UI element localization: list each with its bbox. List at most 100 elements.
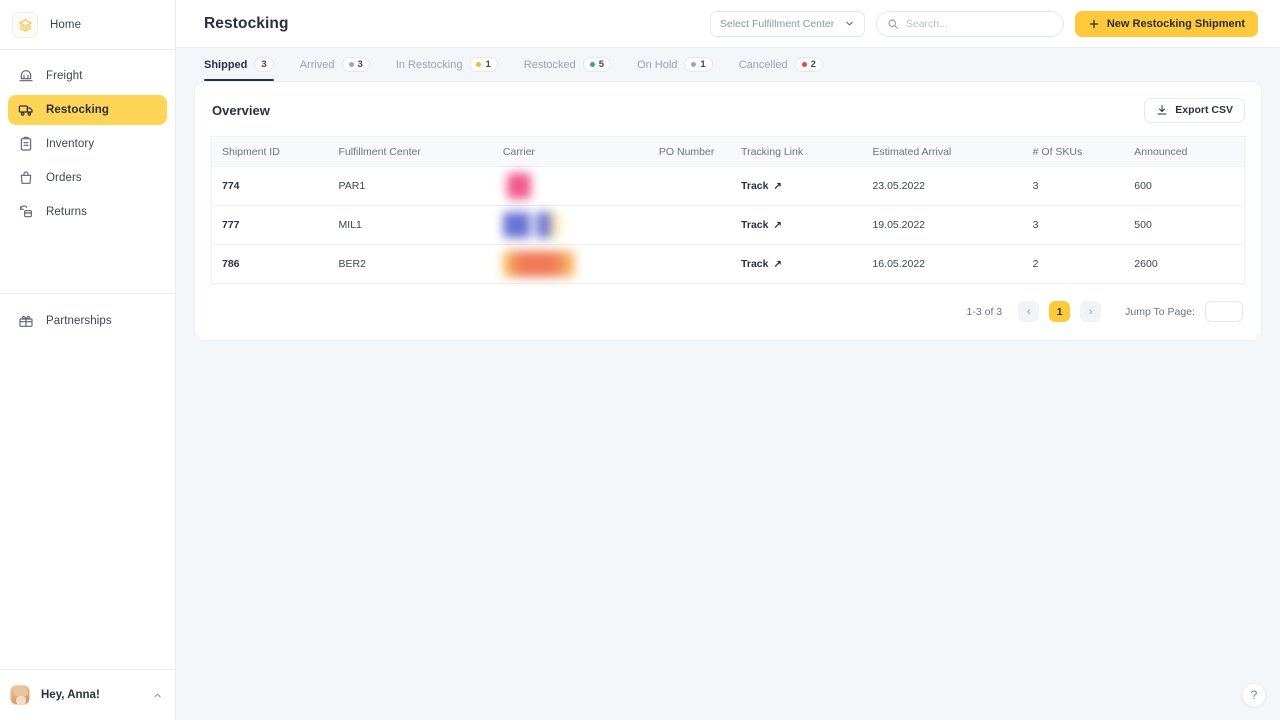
shipments-table: Shipment ID Fulfillment Center Carrier P… <box>211 136 1245 284</box>
table-body: 774 PAR1 Track ↗ <box>212 167 1245 284</box>
tab-count: 1 <box>700 59 705 70</box>
search-icon <box>887 18 899 30</box>
top-bar-actions: Select Fulfillment Center <box>710 11 1258 37</box>
clipboard-icon <box>17 136 34 153</box>
sidebar: Home Freight <box>0 0 176 720</box>
cell-fulfillment-center: BER2 <box>329 245 493 284</box>
pagination-next-button[interactable]: › <box>1080 301 1101 322</box>
column-header-tracking-link: Tracking Link <box>731 137 862 167</box>
pagination-page-1-button[interactable]: 1 <box>1049 301 1070 322</box>
column-header-skus: # Of SKUs <box>1023 137 1125 167</box>
status-dot-icon <box>802 62 807 67</box>
sidebar-user-menu[interactable]: Hey, Anna! <box>0 669 175 720</box>
help-button[interactable]: ? <box>1242 683 1266 707</box>
tab-count: 3 <box>261 59 266 70</box>
layers-icon <box>12 12 38 38</box>
app-root: Home Freight <box>0 0 1280 720</box>
sidebar-divider <box>0 49 175 50</box>
track-link-label: Track <box>741 180 768 192</box>
sidebar-home-section: Home <box>0 0 175 49</box>
pagination-range: 1-3 of 3 <box>967 306 1003 318</box>
tab-on-hold[interactable]: On Hold 1 <box>624 48 726 81</box>
sidebar-item-home[interactable]: Home <box>8 10 167 40</box>
avatar <box>10 685 30 705</box>
sidebar-item-orders[interactable]: Orders <box>8 163 167 193</box>
pagination-prev-button[interactable]: ‹ <box>1018 301 1039 322</box>
tab-restocked[interactable]: Restocked 5 <box>511 48 624 81</box>
arrow-up-right-icon: ↗ <box>774 220 782 231</box>
arrow-up-right-icon: ↗ <box>774 259 782 270</box>
table-row[interactable]: 774 PAR1 Track ↗ <box>212 167 1245 206</box>
track-link[interactable]: Track ↗ <box>741 219 782 231</box>
carrier-logo-image <box>507 173 531 199</box>
status-dot-icon <box>476 62 481 67</box>
sidebar-item-label: Inventory <box>46 138 94 150</box>
freight-icon <box>17 68 34 85</box>
arrow-up-right-icon: ↗ <box>774 181 782 192</box>
column-header-carrier: Carrier <box>493 137 649 167</box>
new-restocking-shipment-label: New Restocking Shipment <box>1107 18 1245 30</box>
returns-icon <box>17 204 34 221</box>
tab-label: Arrived <box>300 59 335 71</box>
carrier-logo-image <box>503 212 565 238</box>
tab-arrived[interactable]: Arrived 3 <box>287 48 383 81</box>
question-mark-icon: ? <box>1251 688 1258 702</box>
column-header-announced: Announced <box>1124 137 1244 167</box>
tab-label: On Hold <box>637 59 677 71</box>
search-input[interactable] <box>906 18 1053 30</box>
track-link[interactable]: Track ↗ <box>741 258 782 270</box>
table-row[interactable]: 777 MIL1 Track ↗ <box>212 206 1245 245</box>
cell-estimated-arrival: 16.05.2022 <box>862 245 1022 284</box>
sidebar-item-freight[interactable]: Freight <box>8 61 167 91</box>
tab-in-restocking[interactable]: In Restocking 1 <box>383 48 511 81</box>
cell-skus: 3 <box>1023 167 1125 206</box>
sidebar-item-label: Freight <box>46 70 83 82</box>
fulfillment-center-select-value: Select Fulfillment Center <box>720 18 834 30</box>
cell-carrier <box>493 245 649 284</box>
cell-estimated-arrival: 23.05.2022 <box>862 167 1022 206</box>
overview-card: Overview Export CSV <box>194 81 1262 341</box>
tab-shipped[interactable]: Shipped 3 <box>204 48 287 81</box>
sidebar-item-inventory[interactable]: Inventory <box>8 129 167 159</box>
tab-cancelled[interactable]: Cancelled 2 <box>726 48 836 81</box>
tab-count: 2 <box>811 59 816 70</box>
cell-po-number <box>649 167 731 206</box>
fulfillment-center-select[interactable]: Select Fulfillment Center <box>710 11 865 37</box>
sidebar-item-label: Orders <box>46 172 82 184</box>
cell-announced: 2600 <box>1124 245 1244 284</box>
chevron-down-icon <box>844 18 855 29</box>
new-restocking-shipment-button[interactable]: New Restocking Shipment <box>1075 11 1258 37</box>
overview-title: Overview <box>211 103 270 118</box>
track-link-label: Track <box>741 219 768 231</box>
sidebar-item-label: Home <box>50 19 81 31</box>
table-row[interactable]: 786 BER2 Track ↗ <box>212 245 1245 284</box>
sidebar-item-returns[interactable]: Returns <box>8 197 167 227</box>
plus-icon <box>1088 18 1100 30</box>
tab-badge: 1 <box>684 57 712 72</box>
status-dot-icon <box>691 62 696 67</box>
tab-label: In Restocking <box>396 59 463 71</box>
cell-fulfillment-center: MIL1 <box>329 206 493 245</box>
cell-tracking-link: Track ↗ <box>731 206 862 245</box>
cell-announced: 600 <box>1124 167 1244 206</box>
column-header-estimated-arrival: Estimated Arrival <box>862 137 1022 167</box>
main-content: Restocking Select Fulfillment Center <box>176 0 1280 720</box>
tab-count: 1 <box>485 59 490 70</box>
track-link[interactable]: Track ↗ <box>741 180 782 192</box>
jump-to-page-input[interactable] <box>1205 301 1243 322</box>
truck-icon <box>17 102 34 119</box>
carrier-logo-image <box>503 251 575 277</box>
search-box[interactable] <box>876 11 1064 37</box>
sidebar-item-partnerships[interactable]: Partnerships <box>8 306 167 336</box>
user-greeting: Hey, Anna! <box>41 689 141 701</box>
column-header-shipment-id: Shipment ID <box>212 137 329 167</box>
sidebar-item-restocking[interactable]: Restocking <box>8 95 167 125</box>
tab-badge: 3 <box>254 57 273 72</box>
tab-label: Restocked <box>524 59 576 71</box>
export-csv-button[interactable]: Export CSV <box>1144 98 1245 123</box>
status-tabs: Shipped 3 Arrived 3 In Restocking 1 <box>176 48 1280 81</box>
cell-skus: 3 <box>1023 206 1125 245</box>
top-bar: Restocking Select Fulfillment Center <box>176 0 1280 48</box>
chevron-up-icon[interactable] <box>152 690 163 701</box>
cell-po-number <box>649 245 731 284</box>
